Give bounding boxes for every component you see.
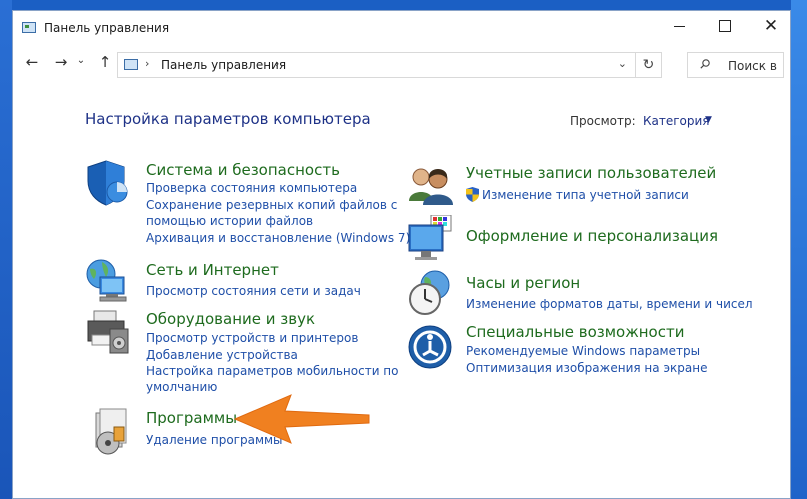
address-bar[interactable]: › Панель управления › ⌄ bbox=[117, 52, 636, 78]
arrow-left-icon: ← bbox=[25, 53, 39, 71]
link-network-status[interactable]: Просмотр состояния сети и задач bbox=[146, 284, 361, 298]
shield-icon[interactable] bbox=[84, 159, 130, 207]
minimize-button[interactable] bbox=[656, 11, 702, 41]
link-backup-file-history-cont[interactable]: помощью истории файлов bbox=[146, 214, 313, 228]
maximize-icon bbox=[719, 20, 731, 32]
search-icon bbox=[700, 59, 710, 69]
search-box[interactable]: Поиск в bbox=[687, 52, 784, 78]
refresh-icon: ↻ bbox=[642, 57, 655, 73]
title-bar[interactable]: Панель управления ✕ bbox=[13, 11, 790, 45]
breadcrumb-separator-icon[interactable]: › bbox=[145, 57, 149, 70]
forward-button[interactable]: → bbox=[51, 53, 71, 71]
address-dropdown-icon[interactable]: ⌄ bbox=[618, 57, 627, 70]
uac-shield-icon bbox=[466, 187, 479, 202]
desktop-left-edge bbox=[0, 0, 12, 499]
annotation-arrow-icon bbox=[233, 394, 370, 444]
caret-down-icon[interactable]: ▼ bbox=[705, 115, 712, 125]
link-backup-file-history[interactable]: Сохранение резервных копий файлов с bbox=[146, 198, 397, 212]
category-ease-of-access[interactable]: Специальные возможности bbox=[466, 323, 684, 341]
link-backup-restore-win7[interactable]: Архивация и восстановление (Windows 7) bbox=[146, 231, 410, 245]
category-clock-region[interactable]: Часы и регион bbox=[466, 274, 580, 292]
search-input[interactable]: Поиск в bbox=[728, 59, 777, 73]
arrow-right-icon: → bbox=[54, 53, 68, 71]
back-button[interactable]: ← bbox=[22, 53, 42, 71]
window-title: Панель управления bbox=[44, 21, 170, 35]
category-appearance-personalization[interactable]: Оформление и персонализация bbox=[466, 227, 718, 245]
category-hardware-sound[interactable]: Оборудование и звук bbox=[146, 310, 315, 328]
link-mobility-settings[interactable]: Настройка параметров мобильности по bbox=[146, 364, 399, 378]
link-devices-printers[interactable]: Просмотр устройств и принтеров bbox=[146, 331, 358, 345]
personalization-monitor-icon[interactable] bbox=[407, 215, 453, 263]
printer-icon[interactable] bbox=[86, 307, 132, 355]
link-change-date-time-formats[interactable]: Изменение форматов даты, времени и чисел bbox=[466, 297, 753, 311]
desktop-right-edge bbox=[791, 0, 807, 499]
recent-locations-button[interactable]: ⌄ bbox=[75, 55, 87, 66]
page-title: Настройка параметров компьютера bbox=[85, 110, 371, 128]
control-panel-window: Панель управления ✕ ← → ⌄ ↑ › Панель упр… bbox=[12, 10, 791, 499]
link-change-account-type[interactable]: Изменение типа учетной записи bbox=[482, 188, 689, 202]
programs-icon[interactable] bbox=[92, 407, 138, 455]
control-panel-icon bbox=[22, 22, 36, 33]
view-by-label: Просмотр: bbox=[570, 114, 636, 128]
breadcrumb-separator-icon[interactable]: › bbox=[275, 57, 279, 70]
accessibility-icon[interactable] bbox=[407, 323, 453, 371]
view-by-select[interactable]: Категория bbox=[643, 114, 710, 128]
refresh-button[interactable]: ↻ bbox=[636, 52, 662, 78]
link-optimize-display[interactable]: Оптимизация изображения на экране bbox=[466, 361, 707, 375]
category-user-accounts[interactable]: Учетные записи пользователей bbox=[466, 164, 716, 182]
link-mobility-settings-cont[interactable]: умолчанию bbox=[146, 380, 217, 394]
breadcrumb-control-panel[interactable]: Панель управления bbox=[161, 58, 286, 72]
control-panel-icon bbox=[124, 59, 138, 70]
navigation-bar: ← → ⌄ ↑ › Панель управления › ⌄ ↻ Поиск … bbox=[13, 47, 790, 83]
maximize-button[interactable] bbox=[702, 11, 748, 41]
user-accounts-icon[interactable] bbox=[407, 163, 453, 211]
minimize-icon bbox=[673, 25, 685, 27]
clock-region-icon[interactable] bbox=[407, 269, 453, 317]
category-system-security[interactable]: Система и безопасность bbox=[146, 161, 340, 179]
chevron-down-icon: ⌄ bbox=[76, 55, 86, 66]
link-add-device[interactable]: Добавление устройства bbox=[146, 348, 298, 362]
up-button[interactable]: ↑ bbox=[95, 53, 115, 71]
category-network-internet[interactable]: Сеть и Интернет bbox=[146, 261, 279, 279]
link-recommended-settings[interactable]: Рекомендуемые Windows параметры bbox=[466, 344, 700, 358]
network-globe-icon[interactable] bbox=[84, 257, 130, 305]
category-programs[interactable]: Программы bbox=[146, 409, 237, 427]
close-icon: ✕ bbox=[763, 15, 779, 36]
link-check-computer-status[interactable]: Проверка состояния компьютера bbox=[146, 181, 357, 195]
arrow-up-icon: ↑ bbox=[98, 53, 112, 71]
close-button[interactable]: ✕ bbox=[748, 11, 794, 41]
